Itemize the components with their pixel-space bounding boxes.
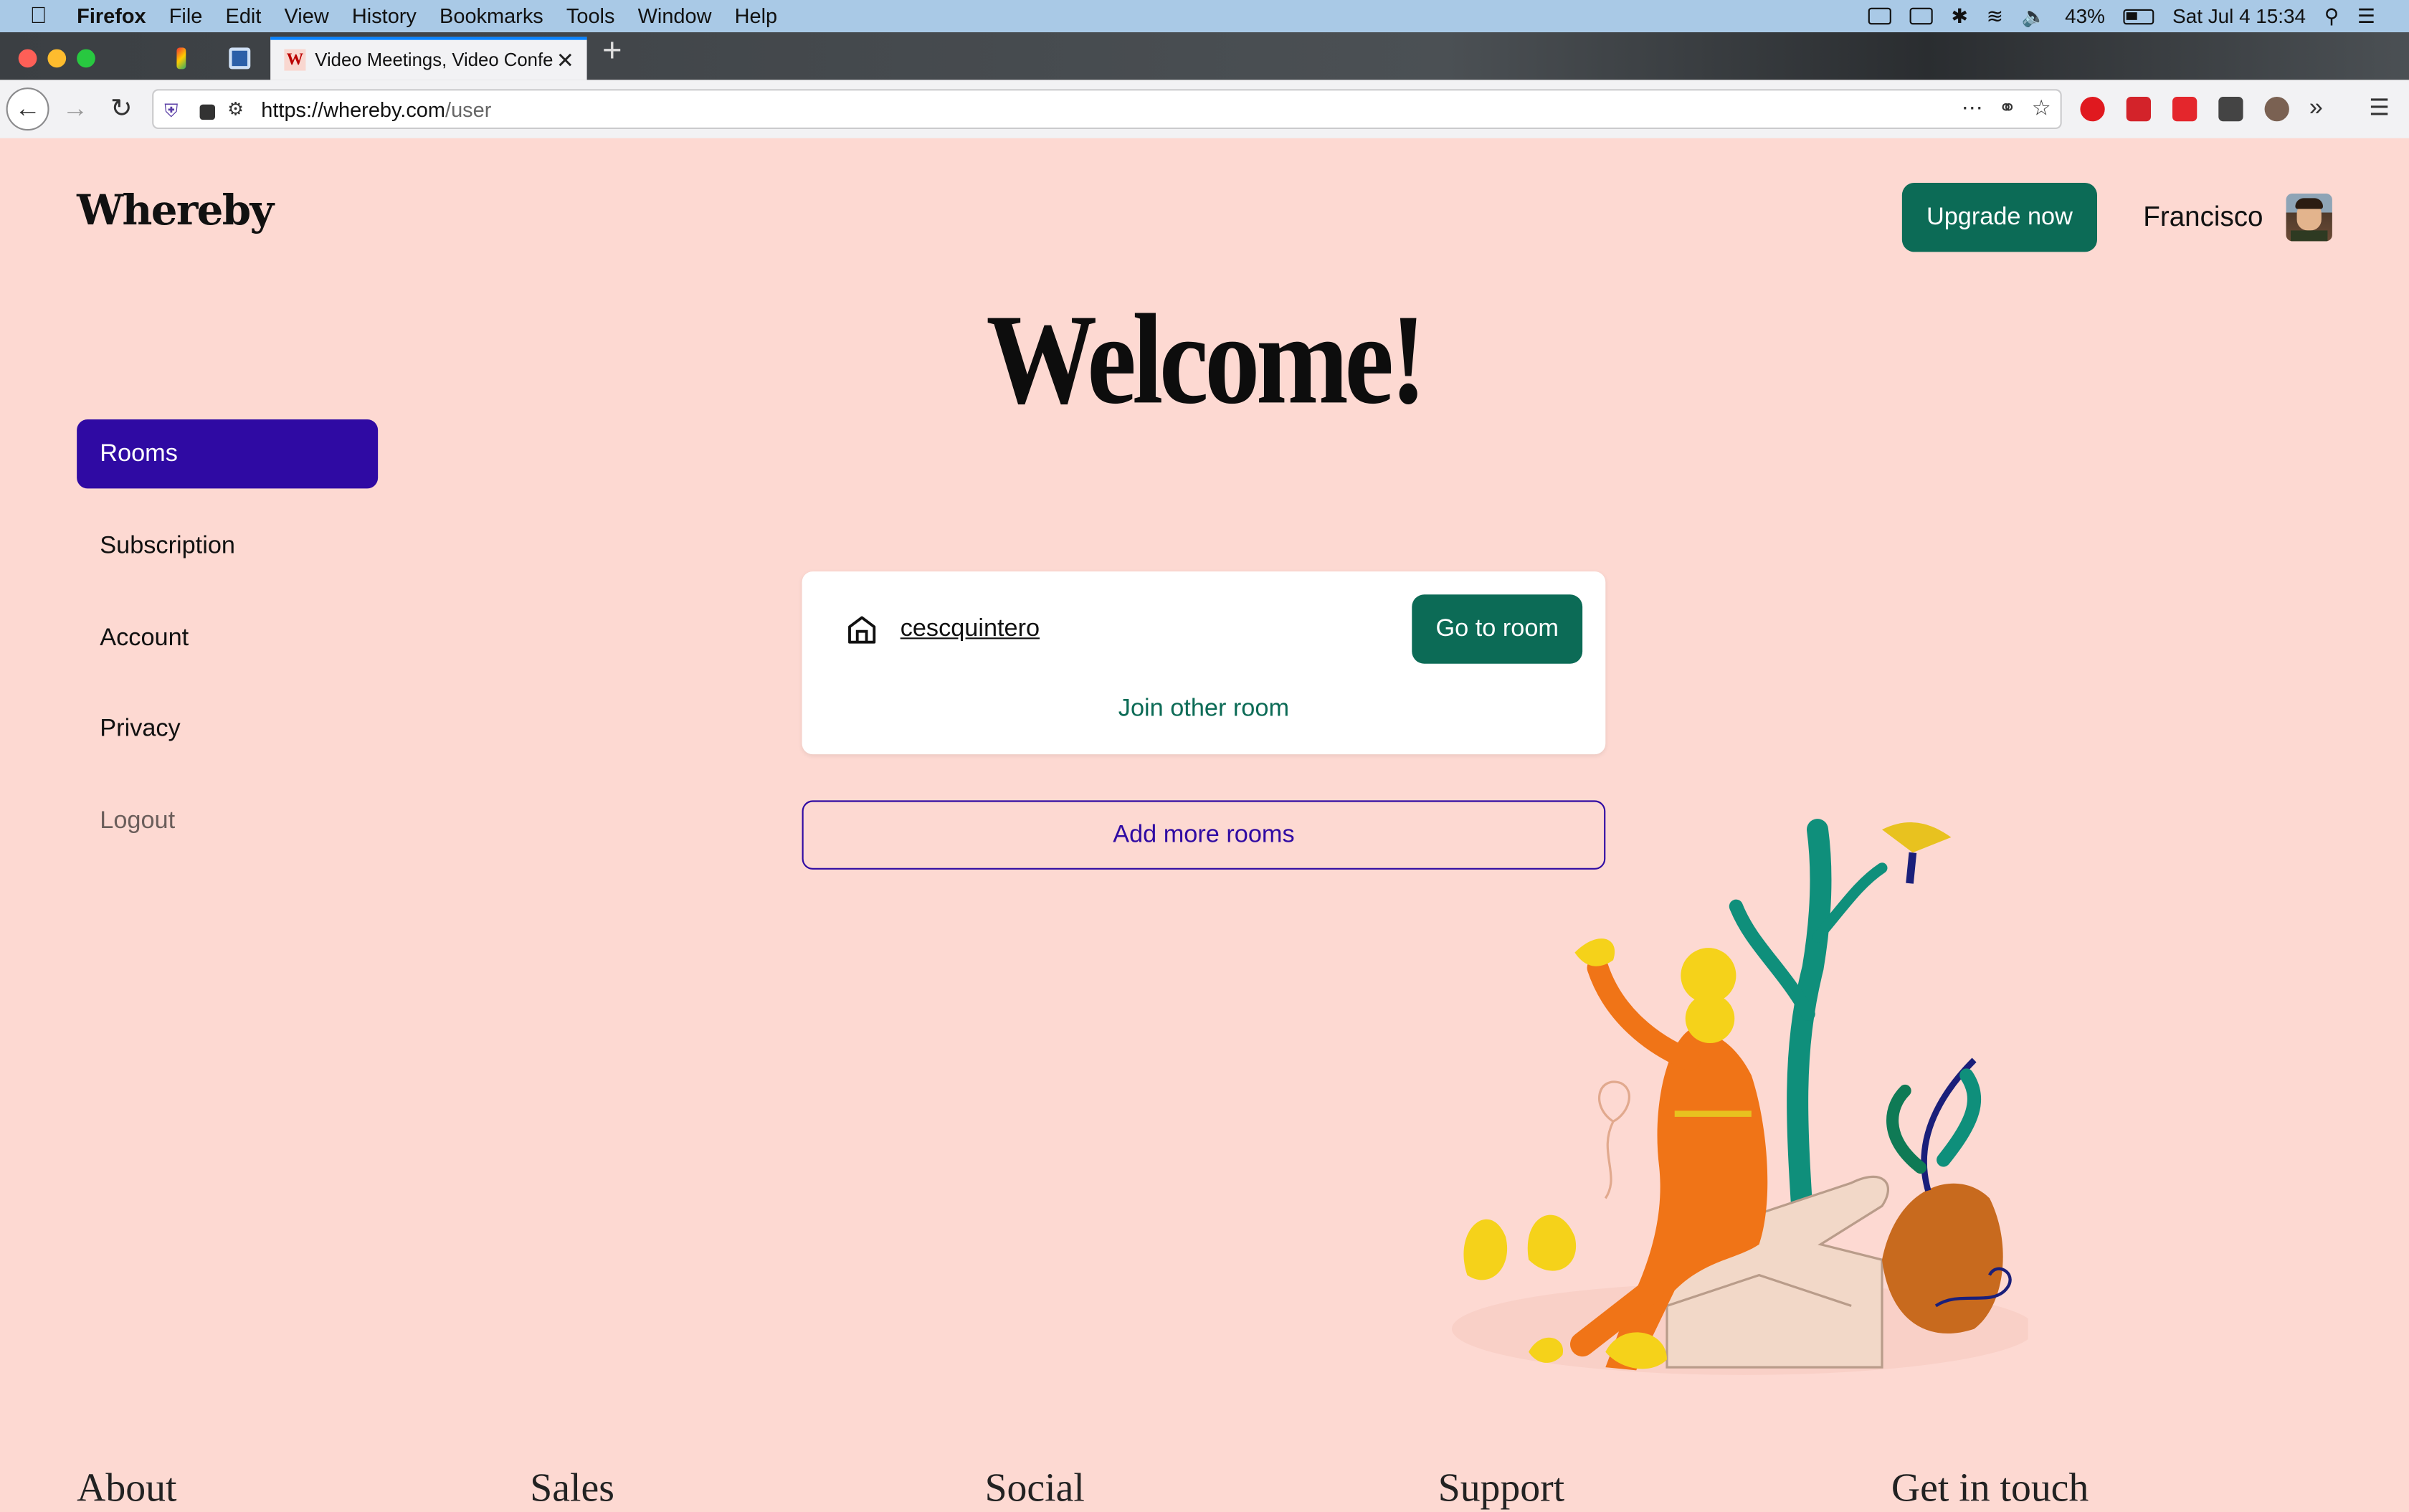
welcome-illustration bbox=[1452, 819, 2028, 1375]
menu-app-name[interactable]: Firefox bbox=[77, 4, 146, 27]
close-window-button[interactable] bbox=[18, 49, 37, 68]
battery-percentage: 43% bbox=[2065, 4, 2105, 28]
sidebar-item-subscription[interactable]: Subscription bbox=[77, 512, 378, 581]
menu-bookmarks[interactable]: Bookmarks bbox=[439, 4, 543, 27]
menu-window[interactable]: Window bbox=[638, 4, 712, 27]
menu-file[interactable]: File bbox=[169, 4, 203, 27]
menu-help[interactable]: Help bbox=[735, 4, 777, 27]
page-actions-icon[interactable]: ⋯ bbox=[1962, 95, 1983, 121]
tracking-protection-icon[interactable]: ⛨ bbox=[164, 99, 184, 120]
extension-plus-icon[interactable] bbox=[2080, 97, 2105, 122]
overflow-chevron-icon[interactable]: » bbox=[2309, 96, 2334, 121]
join-other-room-link[interactable]: Join other room bbox=[802, 696, 1606, 724]
minimize-window-button[interactable] bbox=[47, 49, 67, 68]
battery-icon[interactable] bbox=[2123, 8, 2154, 24]
bluetooth-icon[interactable]: ✱ bbox=[1952, 4, 1968, 28]
spotlight-search-icon[interactable]: ⚲ bbox=[2324, 4, 2339, 28]
extension-pdf-icon[interactable] bbox=[2172, 97, 2197, 122]
whereby-logo[interactable]: Whereby bbox=[77, 187, 274, 234]
avatar-hair bbox=[2295, 198, 2323, 209]
room-name-link[interactable]: cescquintero bbox=[901, 616, 1040, 644]
footer-heading-support: Support bbox=[1438, 1465, 1565, 1511]
tab-pinned-2[interactable] bbox=[212, 37, 267, 78]
whereby-favicon-icon: W bbox=[284, 49, 306, 71]
menu-bar:  Firefox File Edit View History Bookmar… bbox=[0, 0, 2409, 32]
tab-title: Video Meetings, Video Conferenc bbox=[315, 49, 553, 71]
url-host: https://whereby.com bbox=[261, 98, 446, 121]
footer-heading-about: About bbox=[77, 1465, 177, 1511]
notification-center-icon[interactable]: ☰ bbox=[2357, 4, 2375, 28]
apple-icon[interactable]:  bbox=[26, 3, 50, 29]
avatar[interactable] bbox=[2286, 194, 2332, 242]
zoom-window-button[interactable] bbox=[77, 49, 95, 68]
reload-button[interactable]: ↻ bbox=[100, 87, 143, 130]
tab-pinned-1[interactable] bbox=[153, 37, 209, 78]
extension-profile-icon[interactable] bbox=[2264, 97, 2289, 122]
airplay-icon[interactable] bbox=[1909, 7, 1933, 25]
tab-strip: W Video Meetings, Video Conferenc ✕ + bbox=[0, 29, 2409, 80]
page-title: Welcome! bbox=[986, 288, 1427, 432]
page-content: Whereby Upgrade now Francisco Welcome! R… bbox=[0, 138, 2409, 1510]
pinned-tab-favicon-icon bbox=[176, 47, 186, 69]
hamburger-menu-icon[interactable]: ☰ bbox=[2369, 96, 2393, 121]
footer-heading-get-in-touch: Get in touch bbox=[1891, 1465, 2089, 1511]
tab-active[interactable]: W Video Meetings, Video Conferenc ✕ bbox=[270, 37, 587, 80]
screen-icon[interactable] bbox=[1868, 7, 1891, 25]
navigation-bar: ← → ↻ ⛨ ⚙ https://whereby.com/user ⋯ ⚭ ☆… bbox=[0, 80, 2409, 140]
menu-view[interactable]: View bbox=[285, 4, 329, 27]
sidebar-item-account[interactable]: Account bbox=[77, 604, 378, 672]
lock-icon[interactable] bbox=[199, 104, 215, 120]
pinned-tab-favicon-icon bbox=[229, 47, 251, 69]
home-icon bbox=[848, 616, 876, 644]
new-tab-button[interactable]: + bbox=[602, 29, 622, 72]
menu-history[interactable]: History bbox=[352, 4, 417, 27]
url-path: /user bbox=[445, 98, 492, 121]
avatar-shirt bbox=[2291, 230, 2328, 242]
upgrade-now-button[interactable]: Upgrade now bbox=[1901, 182, 2097, 252]
permissions-icon[interactable]: ⚙ bbox=[227, 98, 249, 120]
clock[interactable]: Sat Jul 4 15:34 bbox=[2172, 4, 2306, 27]
username[interactable]: Francisco bbox=[2143, 201, 2263, 234]
sidebar-item-rooms[interactable]: Rooms bbox=[77, 419, 379, 489]
go-to-room-button[interactable]: Go to room bbox=[1412, 594, 1583, 664]
forward-button[interactable]: → bbox=[54, 87, 97, 130]
back-button[interactable]: ← bbox=[6, 87, 49, 131]
wifi-icon[interactable]: ≋ bbox=[1987, 4, 2003, 28]
extension-grid-icon[interactable] bbox=[2218, 97, 2243, 122]
sidebar-item-privacy[interactable]: Privacy bbox=[77, 695, 378, 764]
close-tab-icon[interactable]: ✕ bbox=[556, 47, 574, 72]
menu-tools[interactable]: Tools bbox=[566, 4, 615, 27]
room-card: cescquintero Go to room Join other room bbox=[802, 571, 1606, 755]
pocket-icon[interactable]: ⚭ bbox=[1998, 95, 2016, 121]
url-bar[interactable]: ⛨ ⚙ https://whereby.com/user ⋯ ⚭ ☆ bbox=[152, 89, 2062, 129]
extension-lastpass-icon[interactable] bbox=[2126, 97, 2151, 122]
footer-heading-social: Social bbox=[984, 1465, 1085, 1511]
volume-icon[interactable]: 🔈 bbox=[2022, 4, 2047, 28]
url-text[interactable]: https://whereby.com/user bbox=[261, 98, 491, 120]
footer-heading-sales: Sales bbox=[530, 1465, 614, 1511]
menu-edit[interactable]: Edit bbox=[226, 4, 262, 27]
sidebar-item-logout[interactable]: Logout bbox=[77, 786, 378, 855]
bookmark-star-icon[interactable]: ☆ bbox=[2032, 95, 2051, 121]
